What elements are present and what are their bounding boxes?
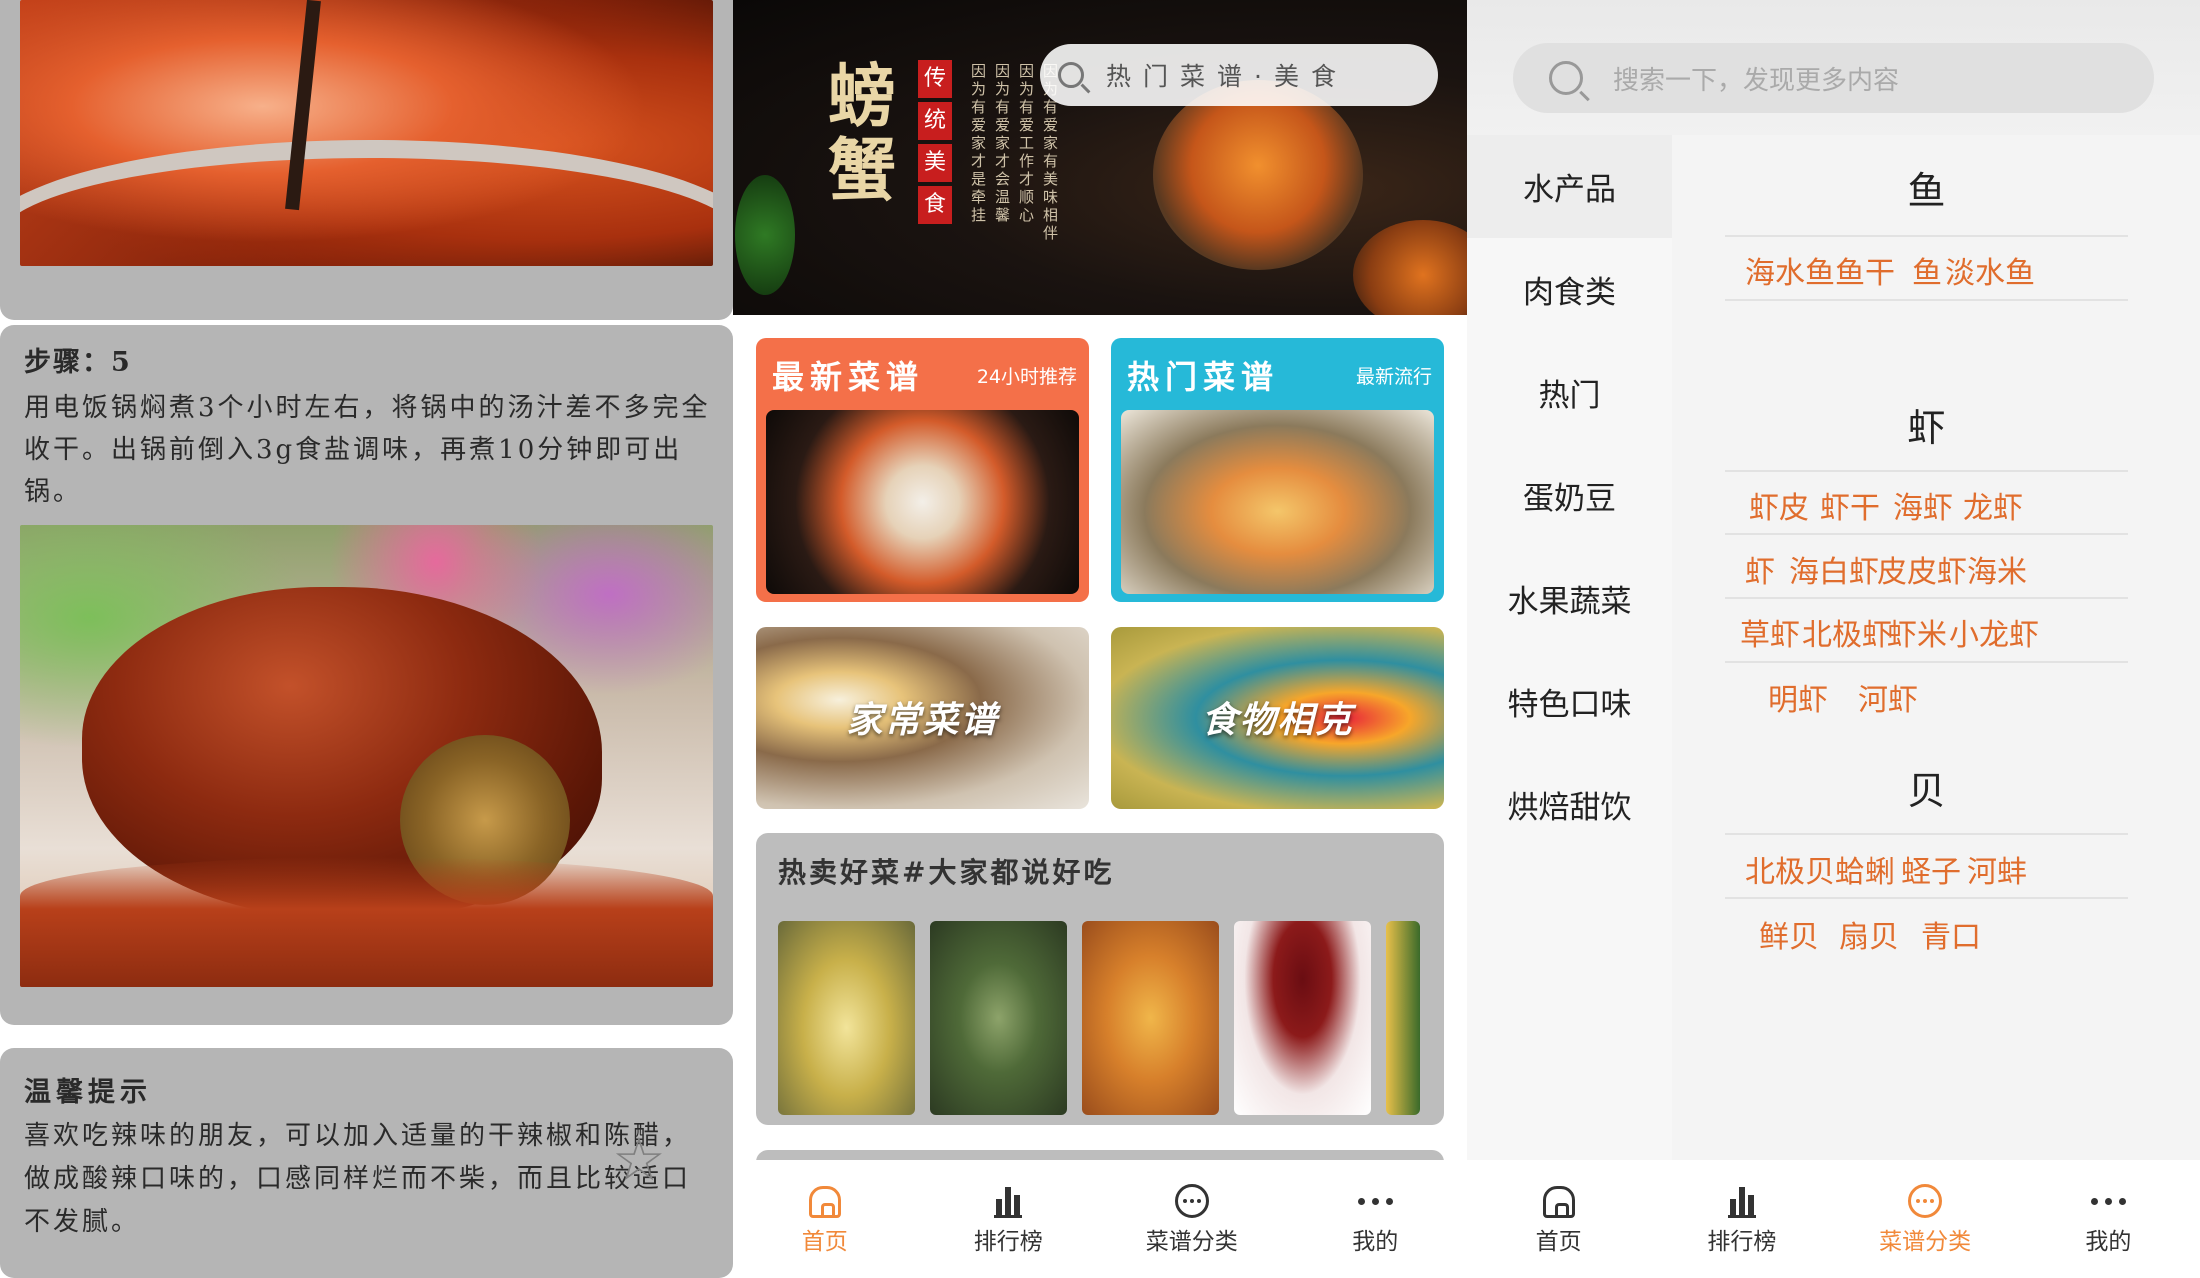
category-screen: 搜索一下，发现更多内容 水产品 肉食类 热门 蛋奶豆 水果蔬菜 特色口味 烘焙甜… bbox=[1467, 0, 2200, 1265]
category-item[interactable]: 虾米 bbox=[1887, 610, 1947, 654]
home-recipes-tile[interactable]: 家常菜谱 bbox=[756, 627, 1089, 809]
category-item[interactable]: 海米 bbox=[1967, 547, 2027, 591]
category-item[interactable]: 皮皮虾 bbox=[1877, 547, 1967, 591]
banner-text-column: 因为有爱家才会温馨 bbox=[995, 62, 1011, 224]
hot-sale-dish[interactable] bbox=[1386, 921, 1420, 1115]
category-item[interactable]: 蛤蜊 bbox=[1835, 847, 1895, 891]
tab-ranking[interactable]: 排行榜 bbox=[917, 1160, 1101, 1265]
chat-bubble-icon bbox=[1908, 1184, 1943, 1218]
hot-search-text: 热门菜谱·美食 bbox=[1106, 62, 1348, 91]
hot-sale-section: 热卖好菜#大家都说好吃 bbox=[756, 833, 1444, 1125]
hot-recipes-title: 热门菜谱 bbox=[1127, 358, 1280, 396]
search-icon bbox=[1549, 61, 1583, 95]
hot-sale-dish[interactable] bbox=[1234, 921, 1371, 1115]
category-item[interactable]: 虾 bbox=[1745, 547, 1775, 591]
tip-title: 温馨提示 bbox=[24, 1077, 152, 1108]
hot-search-bar[interactable]: 热门菜谱·美食 bbox=[1040, 44, 1438, 106]
recipe-detail-screen: 步骤：5 用电饭锅焖煮3个小时左右，将锅中的汤汁差不多完全收干。出锅前倒入3g食… bbox=[0, 0, 733, 1278]
sidebar-item[interactable]: 水产品 bbox=[1467, 135, 1672, 238]
category-item[interactable]: 海虾 bbox=[1893, 483, 1953, 527]
home-icon bbox=[1542, 1186, 1575, 1218]
sidebar-item[interactable]: 烘焙甜饮 bbox=[1467, 753, 1672, 856]
step-photo bbox=[20, 525, 713, 987]
bottom-tab-bar: 首页 排行榜 菜谱分类 我的 bbox=[1467, 1160, 2200, 1265]
tab-categories[interactable]: 菜谱分类 bbox=[1100, 1160, 1284, 1265]
tab-mine[interactable]: 我的 bbox=[1284, 1160, 1468, 1265]
category-item[interactable]: 小龙虾 bbox=[1949, 610, 2039, 654]
hot-sale-dish[interactable] bbox=[1082, 921, 1219, 1115]
home-screen: 螃蟹 传 统 美 食 因为有爱家才是牵挂 因为有爱家才会温馨 因为有爱工作才顺心… bbox=[733, 0, 1467, 1265]
bottom-tab-bar: 首页 排行榜 菜谱分类 我的 bbox=[733, 1160, 1467, 1265]
hot-recipes-tile[interactable]: 热门菜谱 最新流行 bbox=[1111, 338, 1444, 602]
latest-recipes-image bbox=[766, 410, 1079, 594]
category-item[interactable]: 草虾 bbox=[1740, 610, 1800, 654]
category-item[interactable]: 鱼 bbox=[1912, 248, 1942, 292]
sidebar-item[interactable]: 肉食类 bbox=[1467, 238, 1672, 341]
category-item[interactable]: 北极虾 bbox=[1802, 610, 1892, 654]
hot-sale-dish[interactable] bbox=[778, 921, 915, 1115]
category-item[interactable]: 鲜贝 bbox=[1759, 912, 1819, 956]
hot-recipes-subtitle: 最新流行 bbox=[1355, 366, 1432, 388]
crab-image bbox=[1153, 80, 1363, 270]
category-content: 鱼 海水鱼 鱼干 鱼 淡水鱼 虾 虾皮 虾干 海虾 龙虾 虾 海白虾 皮皮虾 海… bbox=[1672, 135, 2200, 1160]
banner-title: 螃蟹 bbox=[828, 57, 897, 211]
sidebar-item[interactable]: 蛋奶豆 bbox=[1467, 444, 1672, 547]
more-dots-icon bbox=[1357, 1184, 1393, 1218]
search-input[interactable]: 搜索一下，发现更多内容 bbox=[1513, 43, 2154, 113]
tab-categories[interactable]: 菜谱分类 bbox=[1834, 1160, 2017, 1265]
food-conflicts-label: 食物相克 bbox=[1201, 700, 1354, 741]
search-icon bbox=[1058, 62, 1084, 88]
banner-text-column: 因为有爱家才是牵挂 bbox=[971, 62, 987, 224]
home-recipes-label: 家常菜谱 bbox=[846, 700, 999, 741]
step-description: 用电饭锅焖煮3个小时左右，将锅中的汤汁差不多完全收干。出锅前倒入3g食盐调味，再… bbox=[24, 393, 711, 507]
category-item[interactable]: 海白虾 bbox=[1789, 547, 1879, 591]
more-dots-icon bbox=[2090, 1184, 2126, 1218]
chat-bubble-icon bbox=[1174, 1184, 1209, 1218]
bar-chart-icon bbox=[1727, 1184, 1756, 1218]
category-item[interactable]: 虾干 bbox=[1820, 483, 1880, 527]
category-item[interactable]: 北极贝 bbox=[1745, 847, 1835, 891]
category-item[interactable]: 青口 bbox=[1921, 912, 1981, 956]
category-item[interactable]: 虾皮 bbox=[1749, 483, 1809, 527]
group-title: 虾 bbox=[1907, 406, 1946, 450]
hot-recipes-image bbox=[1121, 410, 1434, 594]
latest-recipes-title: 最新菜谱 bbox=[772, 358, 925, 396]
category-item[interactable]: 鱼干 bbox=[1835, 248, 1895, 292]
category-item[interactable]: 扇贝 bbox=[1839, 912, 1899, 956]
tip-description: 喜欢吃辣味的朋友，可以加入适量的干辣椒和陈醋，做成酸辣口味的，口感同样烂而不柴，… bbox=[24, 1121, 692, 1237]
search-placeholder: 搜索一下，发现更多内容 bbox=[1613, 65, 1900, 96]
category-item[interactable]: 河虾 bbox=[1858, 675, 1918, 719]
sidebar-item[interactable]: 水果蔬菜 bbox=[1467, 547, 1672, 650]
category-item[interactable]: 蛏子 bbox=[1901, 847, 1961, 891]
step-title: 步骤：5 bbox=[24, 347, 132, 378]
tab-home[interactable]: 首页 bbox=[733, 1160, 917, 1265]
group-title: 鱼 bbox=[1907, 169, 1946, 213]
latest-recipes-subtitle: 24小时推荐 bbox=[976, 366, 1077, 388]
category-item[interactable]: 河蚌 bbox=[1967, 847, 2027, 891]
banner-tag: 传 统 美 食 bbox=[918, 60, 952, 228]
banner-text-column: 因为有爱工作才顺心 bbox=[1019, 62, 1035, 224]
tab-mine[interactable]: 我的 bbox=[2017, 1160, 2200, 1265]
group-title: 贝 bbox=[1907, 769, 1946, 813]
previous-step-photo bbox=[20, 0, 713, 266]
category-sidebar: 水产品 肉食类 热门 蛋奶豆 水果蔬菜 特色口味 烘焙甜饮 bbox=[1467, 135, 1672, 1160]
category-item[interactable]: 海水鱼 bbox=[1745, 248, 1835, 292]
hot-sale-dish[interactable] bbox=[930, 921, 1067, 1115]
hot-sale-title: 热卖好菜#大家都说好吃 bbox=[778, 856, 1115, 889]
tab-home[interactable]: 首页 bbox=[1467, 1160, 1650, 1265]
favorite-star-icon[interactable]: ☆ bbox=[612, 1130, 666, 1190]
sidebar-item[interactable]: 热门 bbox=[1467, 341, 1672, 444]
category-item[interactable]: 淡水鱼 bbox=[1945, 248, 2035, 292]
tab-ranking[interactable]: 排行榜 bbox=[1650, 1160, 1833, 1265]
sidebar-item[interactable]: 特色口味 bbox=[1467, 650, 1672, 753]
category-item[interactable]: 龙虾 bbox=[1963, 483, 2023, 527]
previous-step-card bbox=[0, 0, 733, 320]
latest-recipes-tile[interactable]: 最新菜谱 24小时推荐 bbox=[756, 338, 1089, 602]
food-conflicts-tile[interactable]: 食物相克 bbox=[1111, 627, 1444, 809]
bar-chart-icon bbox=[994, 1184, 1023, 1218]
category-item[interactable]: 明虾 bbox=[1768, 675, 1828, 719]
home-icon bbox=[808, 1186, 841, 1218]
